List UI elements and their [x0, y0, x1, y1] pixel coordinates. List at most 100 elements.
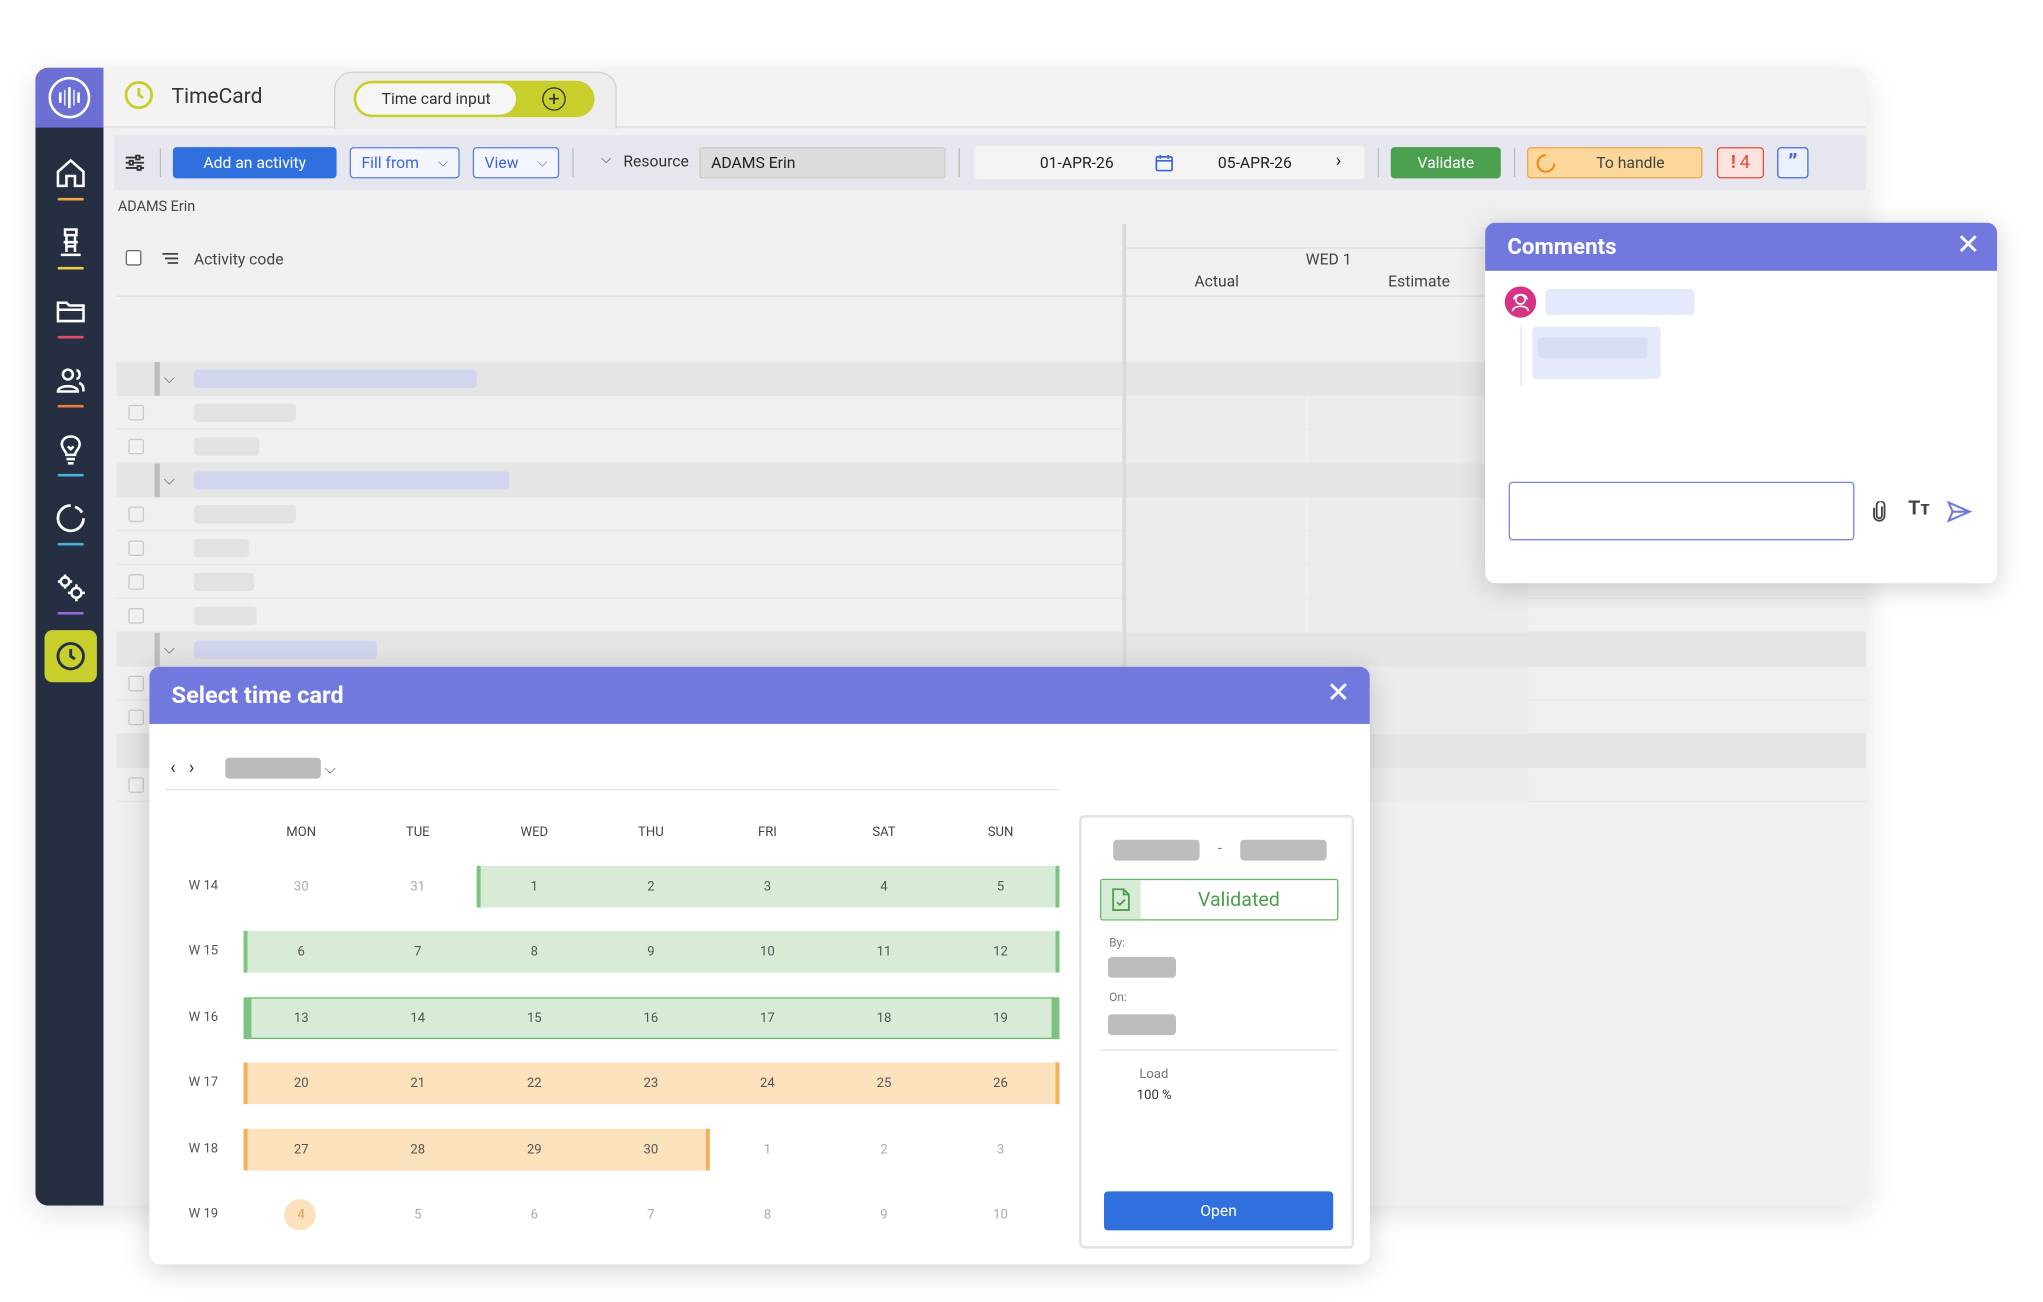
- calendar-day[interactable]: 21: [378, 1077, 457, 1091]
- document-check-icon: [1112, 888, 1130, 912]
- add-tab-icon[interactable]: +: [542, 87, 566, 111]
- calendar-day[interactable]: 28: [378, 1143, 457, 1157]
- calendar-day[interactable]: 20: [262, 1077, 341, 1091]
- calendar-day[interactable]: 1: [495, 880, 574, 894]
- week-label: W 19: [188, 1206, 219, 1222]
- quote-icon[interactable]: ”: [1777, 147, 1809, 179]
- calendar-day[interactable]: 10: [728, 945, 807, 959]
- collapse-icon[interactable]: ⌵: [164, 641, 175, 659]
- calendar-day[interactable]: 23: [612, 1077, 691, 1091]
- calendar-day[interactable]: 1: [728, 1143, 807, 1157]
- calendar-day[interactable]: 31: [378, 880, 457, 894]
- comment-input[interactable]: [1508, 481, 1855, 541]
- calendar-day[interactable]: 24: [728, 1077, 807, 1091]
- clock-icon: [56, 642, 85, 671]
- view-label: View: [484, 153, 519, 172]
- calendar-day[interactable]: 7: [612, 1208, 691, 1222]
- nav-folders[interactable]: [45, 289, 97, 344]
- calendar-day[interactable]: 18: [845, 1012, 924, 1026]
- to-handle-button[interactable]: To handle: [1526, 147, 1703, 179]
- status-badge: Validated: [1100, 878, 1339, 921]
- text-format-icon[interactable]: Tᴛ: [1908, 496, 1930, 519]
- view-dropdown[interactable]: View ⌵: [472, 147, 560, 179]
- calendar-day[interactable]: 3: [728, 880, 807, 894]
- send-icon[interactable]: [1946, 500, 1973, 523]
- calendar-day[interactable]: 7: [378, 945, 457, 959]
- nav-settings[interactable]: [45, 565, 97, 620]
- select-all-checkbox[interactable]: [125, 249, 142, 266]
- close-icon[interactable]: ✕: [1325, 679, 1351, 708]
- app-logo[interactable]: [35, 67, 104, 128]
- calendar-day[interactable]: 6: [495, 1208, 574, 1222]
- nav-ideas[interactable]: [45, 427, 97, 482]
- calendar-day[interactable]: 8: [728, 1208, 807, 1222]
- fill-from-dropdown[interactable]: Fill from ⌵: [349, 147, 460, 179]
- calendar-day[interactable]: 27: [262, 1143, 341, 1157]
- calendar-day[interactable]: 12: [961, 945, 1040, 959]
- paperclip-icon[interactable]: [1871, 501, 1887, 522]
- weekday-label: SUN: [987, 825, 1014, 840]
- nav-projects[interactable]: [45, 220, 97, 275]
- validate-button[interactable]: Validate: [1390, 147, 1501, 179]
- calendar-day[interactable]: 6: [262, 945, 341, 959]
- calendar-day[interactable]: 15: [495, 1012, 574, 1026]
- calendar-day[interactable]: 11: [845, 945, 924, 959]
- add-activity-button[interactable]: Add an activity: [172, 147, 337, 179]
- resource-name: ADAMS Erin: [117, 197, 196, 215]
- calendar-day[interactable]: 30: [612, 1143, 691, 1157]
- next-period-icon[interactable]: ›: [1336, 151, 1342, 172]
- calendar-day[interactable]: 13: [262, 1012, 341, 1026]
- group-row[interactable]: ⌵: [116, 632, 1867, 667]
- nav-timecard[interactable]: [44, 630, 97, 683]
- calendar-day[interactable]: 29: [495, 1143, 574, 1157]
- calendar-day[interactable]: 5: [378, 1208, 457, 1222]
- month-selector[interactable]: [225, 757, 321, 779]
- table-row[interactable]: [116, 598, 1867, 633]
- gears-icon: [57, 574, 85, 602]
- app-tab[interactable]: TimeCard: [122, 78, 262, 112]
- calendar-day[interactable]: 9: [845, 1208, 924, 1222]
- collapse-icon[interactable]: ⌵: [164, 370, 175, 388]
- calendar-day[interactable]: 4: [845, 880, 924, 894]
- comments-panel: Comments ✕ Tᴛ: [1485, 222, 1998, 584]
- activity-code-header[interactable]: Activity code: [194, 250, 284, 268]
- calendar-day[interactable]: 26: [961, 1077, 1040, 1091]
- alert-badge[interactable]: ! 4: [1716, 147, 1765, 179]
- close-icon[interactable]: ✕: [1955, 231, 1981, 260]
- calendar-day[interactable]: 9: [612, 945, 691, 959]
- resource-field[interactable]: ADAMS Erin: [699, 147, 946, 179]
- nav-home[interactable]: [45, 151, 97, 206]
- nav-people[interactable]: [45, 358, 97, 413]
- calendar-day[interactable]: 16: [612, 1012, 691, 1026]
- calendar-day[interactable]: 22: [495, 1077, 574, 1091]
- filter-sliders-icon[interactable]: [124, 152, 145, 173]
- exclamation-icon: !: [1730, 152, 1736, 174]
- tab-time-card-input[interactable]: Time card input +: [333, 71, 617, 129]
- calendar-day[interactable]: 25: [845, 1077, 924, 1091]
- calendar-day-today[interactable]: 4: [262, 1208, 341, 1222]
- week-label: W 17: [188, 1075, 219, 1090]
- chevron-left-icon[interactable]: ‹: [170, 758, 176, 779]
- calendar-icon[interactable]: [1155, 154, 1173, 172]
- resource-chevron-icon[interactable]: ⌵: [601, 152, 611, 166]
- nav-cycle[interactable]: [45, 496, 97, 551]
- calendar-day[interactable]: 8: [495, 945, 574, 959]
- calendar-day[interactable]: 17: [728, 1012, 807, 1026]
- open-button[interactable]: Open: [1103, 1191, 1334, 1231]
- toolbar: Add an activity Fill from ⌵ View ⌵ ⌵ Res…: [113, 135, 1867, 191]
- calendar-day[interactable]: 3: [961, 1143, 1040, 1157]
- top-bar: TimeCard Time card input +: [103, 67, 1867, 129]
- date-range[interactable]: 01-APR-26 05-APR-26 ›: [974, 145, 1365, 180]
- calendar-day[interactable]: 10: [961, 1208, 1040, 1222]
- sort-lines-icon[interactable]: [161, 251, 179, 265]
- chevron-right-icon[interactable]: ›: [189, 758, 195, 779]
- calendar-day[interactable]: 19: [961, 1012, 1040, 1026]
- calendar-day[interactable]: 5: [961, 880, 1040, 894]
- calendar-day[interactable]: 2: [612, 880, 691, 894]
- collapse-icon[interactable]: ⌵: [164, 471, 175, 489]
- calendar-day[interactable]: 14: [378, 1012, 457, 1026]
- calendar-day[interactable]: 30: [262, 880, 341, 894]
- chevron-down-icon[interactable]: ⌵: [325, 760, 336, 778]
- load-label: Load: [1139, 1067, 1169, 1082]
- calendar-day[interactable]: 2: [845, 1143, 924, 1157]
